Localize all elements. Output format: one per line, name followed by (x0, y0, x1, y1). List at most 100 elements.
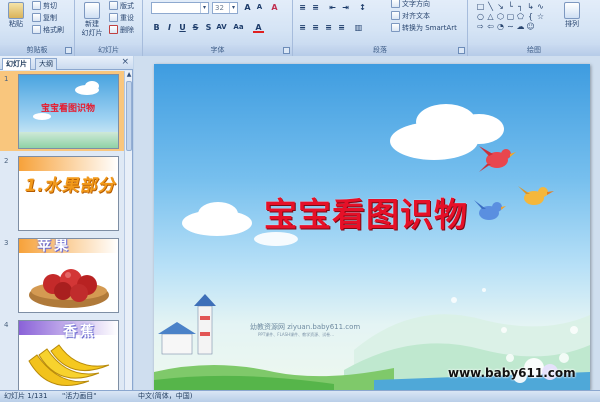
site-watermark: www.baby611.com (448, 366, 576, 380)
current-slide[interactable]: 宝宝看图识物 幼教资源网 ziyuan.baby611.com PPT课件、FL… (154, 64, 590, 390)
paragraph-group: ≡ ≡ ⇤ ⇥ ↕ 文字方向 对齐文本 转换为 SmartArt ≡ ≡ ≡ ≡… (293, 0, 468, 56)
slide-number: 4 (4, 321, 9, 329)
slide-title[interactable]: 宝宝看图识物 (264, 188, 468, 236)
slide-thumb-row-3[interactable]: 3 苹果 (0, 235, 125, 315)
bent-arrow-icon[interactable]: ↳ (526, 2, 535, 11)
brace-shape-icon[interactable]: { (526, 12, 535, 21)
columns-icon[interactable]: ▥ (353, 22, 364, 33)
underline-button[interactable]: U (177, 22, 188, 33)
paste-button[interactable]: 粘贴 (4, 2, 28, 29)
line-spacing-icon[interactable]: ↕ (357, 2, 368, 13)
reset-icon (109, 13, 118, 22)
copy-button[interactable]: 复制 (32, 12, 57, 23)
pentagon-shape-icon[interactable]: ⬠ (516, 12, 525, 21)
slide-thumbnails: 1 宝宝看图识物 2 1.水果部分 3 苹果 4 香蕉 (0, 71, 125, 390)
slide-thumb-3[interactable]: 苹果 (18, 238, 119, 313)
italic-button[interactable]: I (164, 22, 175, 33)
shadow-button[interactable]: S (203, 22, 214, 33)
bullets-icon[interactable]: ≡ (297, 2, 308, 13)
triangle-shape-icon[interactable]: △ (486, 12, 495, 21)
wave-shape-icon[interactable]: ∼ (506, 22, 515, 31)
cloud-shape-icon[interactable]: ☁ (516, 22, 525, 31)
align-left-icon[interactable]: ≡ (297, 22, 308, 33)
thumbnail-scrollbar[interactable]: ▲ (124, 71, 132, 390)
reset-button[interactable]: 重设 (109, 12, 134, 23)
layout-button[interactable]: 版式 (109, 0, 134, 11)
slide-thumb-row-2[interactable]: 2 1.水果部分 (0, 153, 125, 233)
new-slide-icon (84, 2, 100, 19)
tab-slides[interactable]: 幻灯片 (2, 58, 31, 70)
slide-number: 2 (4, 157, 9, 165)
paragraph-launcher[interactable] (458, 47, 465, 54)
clipboard-launcher[interactable] (65, 47, 72, 54)
brush-icon (32, 25, 41, 34)
close-icon[interactable]: × (121, 57, 129, 67)
arrange-button[interactable]: 排列 (560, 2, 584, 29)
scroll-thumb[interactable] (126, 81, 132, 151)
thumb-title: 宝宝看图识物 (41, 104, 96, 114)
tab-outline[interactable]: 大纲 (35, 58, 57, 70)
font-color-icon[interactable]: A (253, 22, 264, 33)
rounded-rect-icon[interactable]: ▢ (506, 12, 515, 21)
slide-thumb-2[interactable]: 1.水果部分 (18, 156, 119, 231)
increase-indent-icon[interactable]: ⇥ (340, 2, 351, 13)
status-bar: 幻灯片 1/131 "活力画目" 中文(简体，中国) (0, 390, 600, 402)
apple-basket-image (29, 269, 109, 308)
oval-shape-icon[interactable]: ○ (476, 12, 485, 21)
smartart-button[interactable]: 转换为 SmartArt (391, 22, 457, 33)
decrease-indent-icon[interactable]: ⇤ (327, 2, 338, 13)
align-text-button[interactable]: 对齐文本 (391, 10, 430, 21)
arrow-shape-icon[interactable]: ↘ (496, 2, 505, 11)
font-label: 字体 (143, 45, 292, 56)
format-painter-button[interactable]: 格式刷 (32, 24, 64, 35)
slide-editor: 宝宝看图识物 幼教资源网 ziyuan.baby611.com PPT课件、FL… (134, 56, 600, 390)
slide-thumb-4[interactable]: 香蕉 (18, 320, 119, 390)
drawing-label: 绘图 (468, 45, 600, 56)
strikethrough-button[interactable]: S (190, 22, 201, 33)
justify-icon[interactable]: ≡ (336, 22, 347, 33)
slide-number: 1 (4, 75, 9, 83)
smartart-icon (391, 23, 400, 32)
bold-button[interactable]: B (151, 22, 162, 33)
left-arrow-shape-icon[interactable]: ⇦ (486, 22, 495, 31)
elbow-shape-icon[interactable]: ┐ (516, 2, 525, 11)
arrow-right-shape-icon[interactable]: ⇨ (476, 22, 485, 31)
numbering-icon[interactable]: ≡ (310, 2, 321, 13)
arrange-icon (564, 2, 580, 19)
callout-shape-icon[interactable]: ◔ (496, 22, 505, 31)
font-launcher[interactable] (283, 47, 290, 54)
slide-thumb-row-1[interactable]: 1 宝宝看图识物 (0, 71, 125, 151)
align-center-icon[interactable]: ≡ (310, 22, 321, 33)
grow-font-icon[interactable]: A (242, 2, 253, 13)
bird-red-image (479, 146, 516, 172)
thumb-header-band (19, 157, 118, 171)
language-indicator[interactable]: 中文(简体，中国) (138, 391, 192, 402)
align-right-icon[interactable]: ≡ (323, 22, 334, 33)
slide-thumb-1[interactable]: 宝宝看图识物 (18, 74, 119, 149)
font-size-combo[interactable]: 32 ▾ (212, 2, 238, 14)
star-shape-icon[interactable]: ☆ (536, 12, 545, 21)
thumb-background: 宝宝看图识物 (19, 75, 118, 148)
delete-button[interactable]: 删除 (109, 24, 134, 35)
shrink-font-icon[interactable]: A (254, 2, 265, 13)
spacing-icon[interactable]: AV (216, 22, 227, 33)
ribbon: 粘贴 剪切 复制 格式刷 剪贴板 新建 幻灯片 版式 重设 删除 幻灯片 ▾ 3… (0, 0, 600, 56)
scroll-up-icon[interactable]: ▲ (125, 71, 133, 79)
connector-shape-icon[interactable]: └ (506, 2, 515, 11)
new-slide-button[interactable]: 新建 幻灯片 (78, 2, 106, 38)
slides-group: 新建 幻灯片 版式 重设 删除 幻灯片 (75, 0, 143, 56)
font-group: ▾ 32 ▾ A A A B I U S S AV Aa A 字体 (143, 0, 293, 56)
slide-thumb-row-4[interactable]: 4 香蕉 (0, 317, 125, 390)
smiley-shape-icon[interactable]: ☺ (526, 22, 535, 31)
clear-format-icon[interactable]: A (269, 2, 280, 13)
font-name-combo[interactable]: ▾ (151, 2, 209, 14)
case-icon[interactable]: Aa (233, 22, 244, 33)
thumb-title: 香蕉 (63, 324, 97, 340)
text-direction-button[interactable]: 文字方向 (391, 0, 430, 9)
cloud (85, 81, 99, 91)
rectangle-shape-icon[interactable]: □ (476, 2, 485, 11)
hexagon-shape-icon[interactable]: ⬡ (496, 12, 505, 21)
line-shape-icon[interactable]: ╲ (486, 2, 495, 11)
curve-shape-icon[interactable]: ∿ (536, 2, 545, 11)
cut-button[interactable]: 剪切 (32, 0, 57, 11)
